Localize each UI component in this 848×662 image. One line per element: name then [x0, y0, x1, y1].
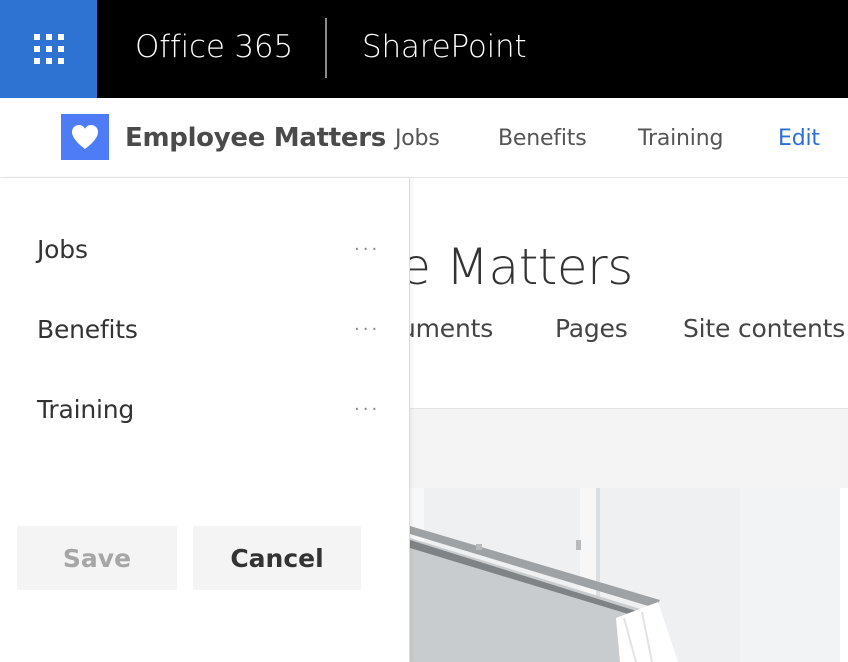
topnav-item-training[interactable]: Training [638, 122, 723, 156]
subnav-item-pages[interactable]: Pages [555, 314, 628, 343]
hero-image [410, 488, 848, 662]
app-launcher-waffle-icon [33, 34, 64, 64]
site-logo[interactable] [61, 114, 109, 160]
subnav-item-documents[interactable]: uments [410, 314, 493, 343]
main-content: ee Matters uments Pages Site contents [410, 178, 848, 662]
heart-icon [72, 125, 98, 149]
topnav-item-jobs[interactable]: Jobs [395, 122, 440, 156]
page-title: ee Matters [410, 238, 633, 296]
site-title[interactable]: Employee Matters [125, 120, 386, 156]
subnav-item-site-contents[interactable]: Site contents [683, 314, 845, 343]
cancel-button[interactable]: Cancel [193, 526, 361, 590]
suite-divider [325, 18, 327, 78]
more-ellipsis-icon[interactable]: ··· [354, 321, 384, 339]
edit-links-button[interactable]: Edit [778, 122, 820, 156]
app-launcher-button[interactable] [0, 0, 97, 98]
topnav-item-benefits[interactable]: Benefits [498, 122, 587, 156]
site-header: Employee Matters Jobs Benefits Training … [0, 98, 848, 178]
save-button[interactable]: Save [17, 526, 177, 590]
edit-panel-item-benefits[interactable]: Benefits [37, 314, 138, 346]
content-band [410, 408, 848, 488]
edit-panel-item-training[interactable]: Training [37, 394, 134, 426]
sharepoint-link[interactable]: SharePoint [362, 27, 527, 67]
more-ellipsis-icon[interactable]: ··· [354, 241, 384, 259]
office-365-link[interactable]: Office 365 [135, 27, 293, 67]
suite-bar: Office 365 SharePoint [0, 0, 848, 98]
edit-navigation-panel: Jobs ··· Benefits ··· Training ··· Save … [0, 178, 410, 662]
edit-panel-item-jobs[interactable]: Jobs [37, 234, 88, 266]
more-ellipsis-icon[interactable]: ··· [354, 401, 384, 419]
